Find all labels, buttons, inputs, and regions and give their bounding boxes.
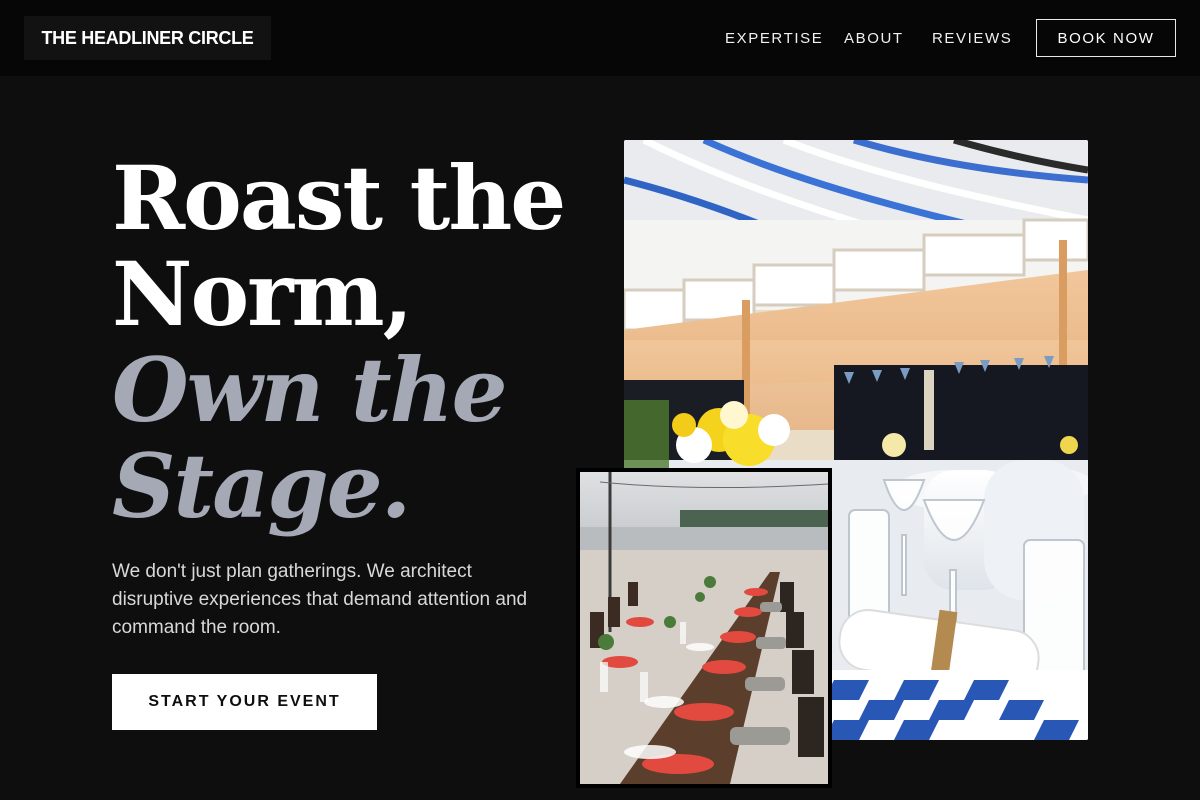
nav-link-reviews[interactable]: REVIEWS (932, 30, 1012, 47)
headline-line-1: Roast the (112, 146, 566, 250)
beach-dinner-table-photo (576, 468, 832, 788)
headline-line-2: Norm, (112, 242, 413, 346)
nav-link-expertise[interactable]: EXPERTISE (725, 30, 823, 47)
hero-subtext: We don't just plan gatherings. We archit… (112, 561, 528, 638)
nav-link-about[interactable]: ABOUT (844, 30, 904, 47)
headline-line-4: Stage. (112, 434, 411, 538)
hero-headline: Roast the Norm, Own the Stage. (112, 146, 566, 538)
site-header: THE HEADLINER CIRCLE EXPERTISE ABOUT REV… (0, 0, 1200, 76)
start-event-button[interactable]: START YOUR EVENT (112, 674, 377, 730)
site-logo[interactable]: THE HEADLINER CIRCLE (24, 16, 271, 60)
headline-line-3: Own the (112, 338, 508, 442)
book-now-button[interactable]: BOOK NOW (1036, 19, 1176, 57)
